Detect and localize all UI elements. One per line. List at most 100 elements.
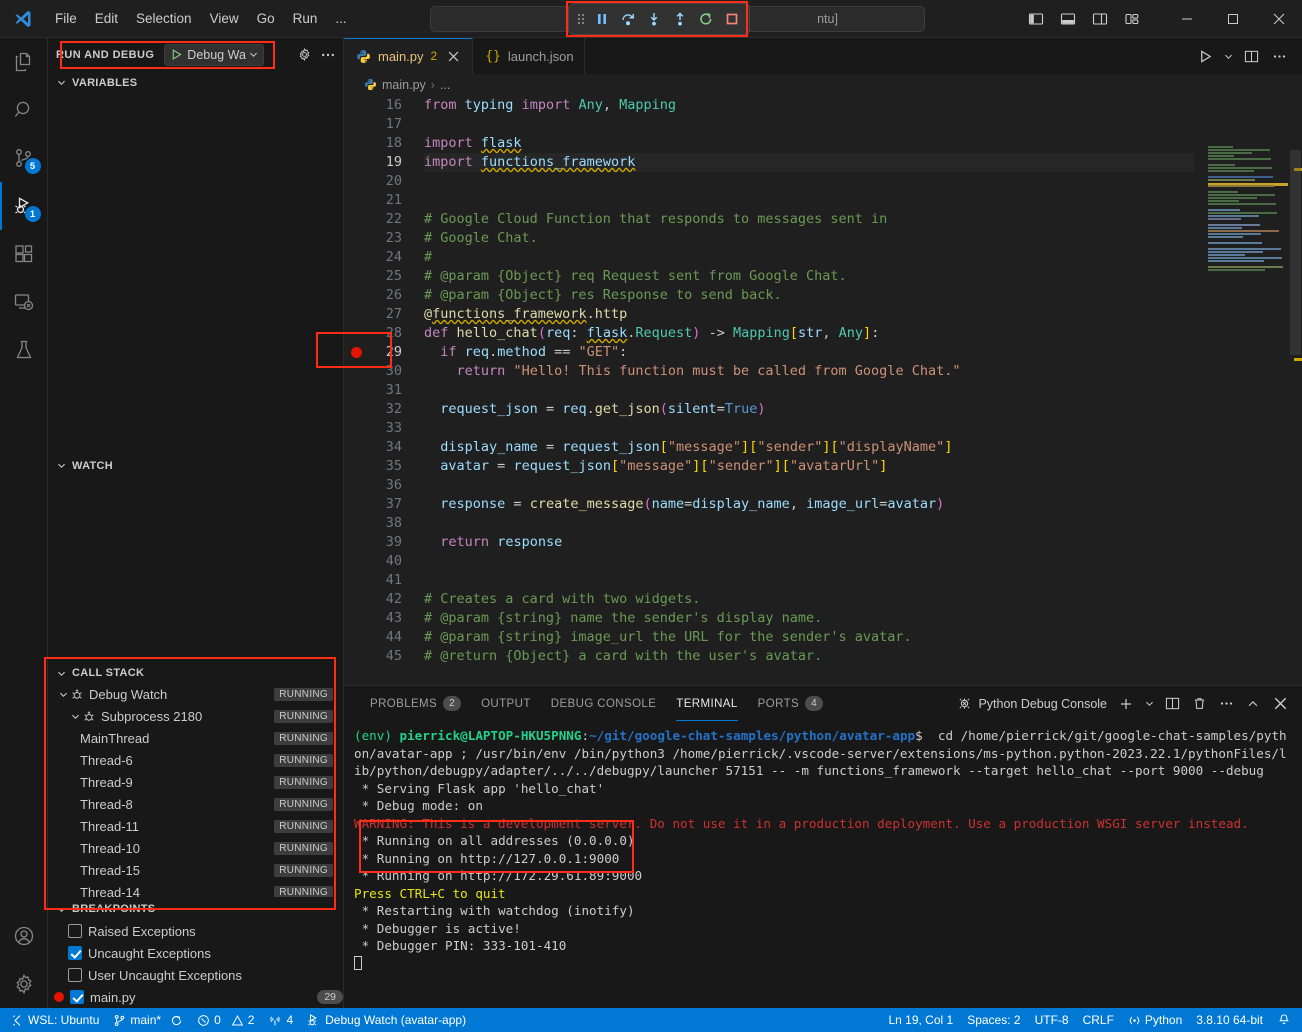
code-line[interactable]: import functions_framework xyxy=(424,153,1194,172)
activity-explorer-icon[interactable] xyxy=(0,38,48,86)
code-line[interactable]: if req.method == "GET": xyxy=(424,343,1194,362)
status-problems[interactable]: 0 2 xyxy=(190,1008,261,1032)
editor-scrollbar[interactable] xyxy=(1288,96,1302,685)
scrollbar-thumb[interactable] xyxy=(1290,150,1301,355)
status-language-mode[interactable]: Python xyxy=(1121,1008,1189,1032)
code-line[interactable]: # xyxy=(424,248,1194,267)
maximize-button[interactable] xyxy=(1210,0,1256,38)
activity-extensions-icon[interactable] xyxy=(0,230,48,278)
code-line[interactable] xyxy=(424,191,1194,210)
breakpoint-checkbox[interactable] xyxy=(70,990,84,1004)
sidebar-more-actions-icon[interactable] xyxy=(317,44,339,66)
tab-ports[interactable]: PORTS 4 xyxy=(748,686,833,721)
status-encoding[interactable]: UTF-8 xyxy=(1028,1008,1076,1032)
drag-handle[interactable] xyxy=(573,11,589,27)
toggle-secondary-sidebar-icon[interactable] xyxy=(1086,5,1114,33)
tab-problems[interactable]: PROBLEMS 2 xyxy=(360,686,471,721)
tab-output[interactable]: OUTPUT xyxy=(471,686,541,721)
code-line[interactable] xyxy=(424,172,1194,191)
tab-main-py[interactable]: main.py 2 xyxy=(344,38,473,74)
code-line[interactable]: # @return {Object} a card with the user'… xyxy=(424,647,1194,666)
code-line[interactable] xyxy=(424,381,1194,400)
toggle-panel-icon[interactable] xyxy=(1054,5,1082,33)
new-terminal-button[interactable] xyxy=(1114,692,1138,716)
code-line[interactable]: @functions_framework.http xyxy=(424,305,1194,324)
breakpoint-checkbox[interactable] xyxy=(68,968,82,982)
menu-file[interactable]: File xyxy=(46,7,86,30)
status-eol[interactable]: CRLF xyxy=(1076,1008,1121,1032)
code-line[interactable]: import flask xyxy=(424,134,1194,153)
split-terminal-button[interactable] xyxy=(1160,692,1184,716)
status-indentation[interactable]: Spaces: 2 xyxy=(960,1008,1027,1032)
code-line[interactable]: # @param {Object} res Response to send b… xyxy=(424,286,1194,305)
chevron-down-icon[interactable] xyxy=(246,49,261,60)
status-notifications[interactable] xyxy=(1270,1008,1298,1032)
menu-go[interactable]: Go xyxy=(248,7,284,30)
call-stack-row[interactable]: Thread-6RUNNING xyxy=(48,750,343,772)
customize-layout-icon[interactable] xyxy=(1118,5,1146,33)
section-callstack-header[interactable]: CALL STACK xyxy=(48,662,343,683)
status-cursor-position[interactable]: Ln 19, Col 1 xyxy=(881,1008,960,1032)
breakpoint-checkbox[interactable] xyxy=(68,924,82,938)
sync-icon[interactable] xyxy=(170,1014,183,1027)
call-stack-row[interactable]: Thread-8RUNNING xyxy=(48,794,343,816)
activity-settings-gear-icon[interactable] xyxy=(0,960,48,1008)
status-debug-session[interactable]: Debug Watch (avatar-app) xyxy=(300,1008,473,1032)
breadcrumb-file[interactable]: main.py xyxy=(382,78,426,92)
tab-debug-console[interactable]: DEBUG CONSOLE xyxy=(541,686,667,721)
section-variables-header[interactable]: VARIABLES xyxy=(48,72,343,93)
panel-more-actions-button[interactable] xyxy=(1214,692,1238,716)
call-stack-row[interactable]: Thread-14RUNNING xyxy=(48,882,343,897)
glyph-margin[interactable] xyxy=(344,96,368,685)
chevron-down-icon[interactable] xyxy=(68,711,82,722)
code-line[interactable]: response = create_message(name=display_n… xyxy=(424,495,1194,514)
breadcrumb-symbol[interactable]: ... xyxy=(440,78,450,92)
code-line[interactable]: display_name = request_json["message"]["… xyxy=(424,438,1194,457)
activity-accounts-icon[interactable] xyxy=(0,912,48,960)
status-forwarded-ports[interactable]: 4 xyxy=(261,1008,300,1032)
code-content[interactable]: from typing import Any, Mapping import f… xyxy=(412,96,1194,685)
code-line[interactable]: return response xyxy=(424,533,1194,552)
code-line[interactable]: # @param {string} name the sender's disp… xyxy=(424,609,1194,628)
close-tab-icon[interactable] xyxy=(444,47,462,65)
code-line[interactable]: # Creates a card with two widgets. xyxy=(424,590,1194,609)
activity-search-icon[interactable] xyxy=(0,86,48,134)
call-stack-row[interactable]: MainThreadRUNNING xyxy=(48,728,343,750)
breakpoint-glyph-icon[interactable] xyxy=(351,347,362,358)
launch-configuration-dropdown[interactable]: Debug Wa xyxy=(164,44,264,66)
code-line[interactable]: def hello_chat(req: flask.Request) -> Ma… xyxy=(424,324,1194,343)
code-line[interactable]: return "Hello! This function must be cal… xyxy=(424,362,1194,381)
code-line[interactable]: from typing import Any, Mapping xyxy=(424,96,1194,115)
code-line[interactable] xyxy=(424,476,1194,495)
activity-run-and-debug-icon[interactable]: 1 xyxy=(0,182,48,230)
start-debugging-icon[interactable] xyxy=(165,48,187,61)
minimap[interactable] xyxy=(1194,96,1302,685)
activity-remote-explorer-icon[interactable] xyxy=(0,278,48,326)
code-editor[interactable]: 1617181920212223242526272829303132333435… xyxy=(344,96,1302,685)
call-stack-row[interactable]: Thread-10RUNNING xyxy=(48,838,343,860)
tab-launch-json[interactable]: {} launch.json xyxy=(473,38,584,74)
activity-testing-icon[interactable] xyxy=(0,326,48,374)
close-window-button[interactable] xyxy=(1256,0,1302,38)
kill-terminal-button[interactable] xyxy=(1187,692,1211,716)
code-line[interactable] xyxy=(424,571,1194,590)
minimize-button[interactable] xyxy=(1164,0,1210,38)
activity-source-control-icon[interactable]: 5 xyxy=(0,134,48,182)
pause-button[interactable] xyxy=(589,6,615,32)
section-watch-header[interactable]: WATCH xyxy=(48,455,343,476)
menu-edit[interactable]: Edit xyxy=(86,7,127,30)
run-dropdown-button[interactable] xyxy=(1220,43,1236,69)
maximize-panel-button[interactable] xyxy=(1241,692,1265,716)
status-python-interpreter[interactable]: 3.8.10 64-bit xyxy=(1189,1008,1270,1032)
call-stack-row[interactable]: Subprocess 2180RUNNING xyxy=(48,706,343,728)
open-launch-json-gear-icon[interactable] xyxy=(293,44,315,66)
call-stack-row[interactable]: Thread-11RUNNING xyxy=(48,816,343,838)
editor-more-actions-button[interactable] xyxy=(1266,43,1292,69)
status-remote-indicator[interactable]: WSL: Ubuntu xyxy=(4,1008,106,1032)
menu-more[interactable]: ... xyxy=(326,7,355,30)
breakpoint-row[interactable]: main.py29 xyxy=(48,986,343,1008)
call-stack-row[interactable]: Thread-9RUNNING xyxy=(48,772,343,794)
toggle-primary-sidebar-icon[interactable] xyxy=(1022,5,1050,33)
step-over-button[interactable] xyxy=(615,6,641,32)
terminal-dropdown-button[interactable] xyxy=(1141,692,1157,716)
